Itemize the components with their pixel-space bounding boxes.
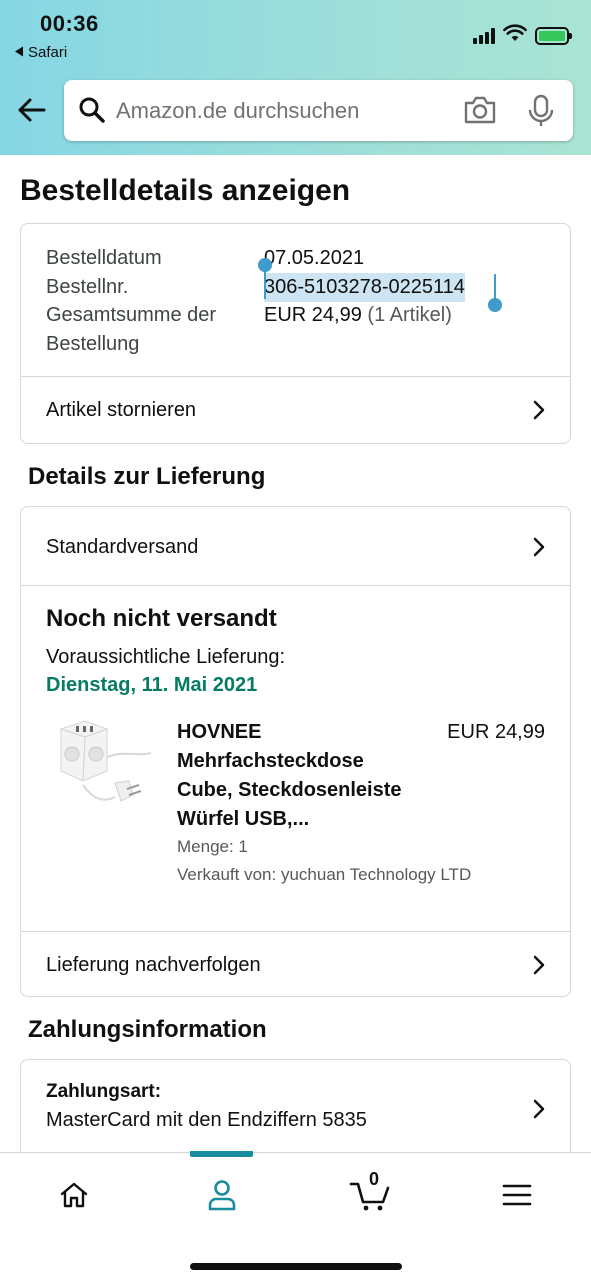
divider — [21, 585, 570, 586]
payment-section-title: Zahlungsinformation — [28, 1016, 267, 1043]
payment-method-value: MasterCard mit den Endziffern 5835 — [46, 1109, 367, 1131]
search-input[interactable] — [116, 94, 436, 128]
chevron-right-icon — [533, 955, 545, 975]
product-title[interactable]: HOVNEE Mehrfachsteckdose Cube, Steckdose… — [177, 718, 427, 834]
shipping-method-label: Standardversand — [46, 535, 199, 558]
track-delivery-row[interactable]: Lieferung nachverfolgen — [21, 932, 570, 998]
home-indicator[interactable] — [190, 1263, 402, 1270]
eta-date: Dienstag, 11. Mai 2021 — [46, 674, 258, 696]
search-icon — [78, 96, 106, 124]
product-image[interactable] — [43, 719, 155, 821]
active-tab-indicator — [190, 1151, 253, 1157]
product-title-line4: Würfel USB,... — [177, 808, 310, 830]
home-icon — [60, 1182, 88, 1208]
order-total-amount: EUR 24,99 — [264, 304, 362, 326]
order-total-items: (1 Artikel) — [367, 304, 452, 326]
selection-start-bar — [264, 270, 266, 299]
battery-icon — [535, 26, 572, 45]
back-to-app[interactable]: Safari — [14, 44, 67, 61]
wifi-icon — [503, 24, 527, 47]
order-total-value: EUR 24,99 (1 Artikel) — [264, 301, 452, 330]
hamburger-menu-icon — [502, 1184, 532, 1206]
cart-count-badge: 0 — [368, 1169, 379, 1189]
selection-start-handle[interactable] — [258, 258, 272, 272]
product-title-line3: Cube, Steckdosenleiste — [177, 779, 402, 801]
eta-label: Voraussichtliche Lieferung: — [46, 646, 286, 668]
cancel-items-row[interactable]: Artikel stornieren — [21, 377, 570, 443]
status-time: 00:36 — [40, 11, 99, 36]
product-price: EUR 24,99 — [447, 721, 545, 743]
cancel-items-label: Artikel stornieren — [46, 398, 197, 421]
payment-method-label: Zahlungsart: — [46, 1081, 162, 1102]
order-total-label-line2: Bestellung — [46, 333, 140, 355]
product-title-line2: Mehrfachsteckdose — [177, 750, 364, 772]
order-number-label: Bestellnr. — [46, 276, 129, 298]
camera-icon[interactable] — [462, 94, 498, 126]
nav-menu[interactable] — [492, 1175, 542, 1215]
back-triangle-icon — [14, 44, 24, 61]
track-delivery-label: Lieferung nachverfolgen — [46, 953, 261, 976]
search-bar[interactable] — [64, 80, 573, 141]
shipment-status: Noch nicht versandt — [46, 605, 277, 632]
order-total-label: Gesamtsumme der Bestellung — [46, 301, 216, 359]
chevron-right-icon — [533, 1099, 545, 1119]
order-date-value: 07.05.2021 — [264, 247, 365, 269]
person-icon — [208, 1180, 236, 1211]
delivery-section-title: Details zur Lieferung — [28, 463, 266, 490]
order-total-label-line1: Gesamtsumme der — [46, 304, 217, 326]
nav-account[interactable] — [197, 1175, 247, 1215]
top-bar: 00:36 Safari — [0, 0, 591, 155]
microphone-icon[interactable] — [526, 94, 556, 128]
delivery-card: Standardversand Noch nicht versandt Vora… — [20, 506, 571, 997]
bottom-nav: 0 — [0, 1151, 591, 1280]
status-icons — [473, 24, 572, 47]
order-date-label: Bestelldatum — [46, 247, 162, 269]
shipping-method-row[interactable]: Standardversand — [21, 514, 570, 580]
back-app-label: Safari — [28, 44, 68, 61]
chevron-right-icon — [533, 400, 545, 420]
page-title: Bestelldetails anzeigen — [20, 174, 351, 207]
cellular-signal-icon — [473, 27, 495, 44]
order-summary-card: Bestelldatum 07.05.2021 Bestellnr. 306-5… — [20, 223, 571, 444]
order-number-value[interactable]: 306-5103278-0225114 — [264, 273, 465, 302]
chevron-right-icon — [533, 537, 545, 557]
product-seller: Verkauft von: yuchuan Technology LTD — [177, 865, 472, 884]
nav-home[interactable] — [49, 1175, 99, 1215]
product-quantity: Menge: 1 — [177, 837, 248, 856]
back-arrow-icon[interactable] — [16, 94, 48, 126]
selection-end-handle[interactable] — [488, 298, 502, 312]
product-title-line1: HOVNEE — [177, 721, 262, 743]
